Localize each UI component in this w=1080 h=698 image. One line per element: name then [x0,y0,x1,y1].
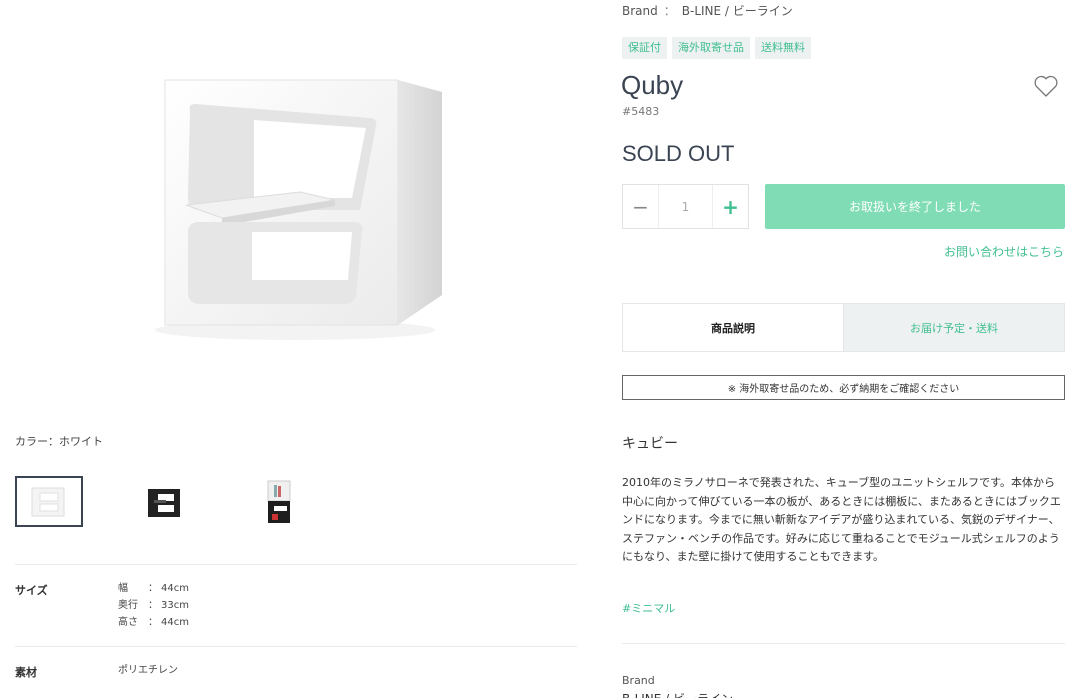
spec-row-colon: ： [148,600,158,611]
stacked-shelf-thumb-icon [267,480,291,523]
tab-delivery-shipping[interactable]: お届け予定・送料 [843,304,1064,351]
white-shelf-thumb-icon [31,487,65,516]
spec-row-key: 幅 [118,583,128,594]
thumbnail-stacked[interactable] [245,476,313,527]
spec-size-values: 幅： 44cm 奥行： 33cm 高さ： 44cm [118,580,189,631]
spec-row-colon: ： [148,617,158,628]
spec-row-key: 奥行 [118,600,138,611]
brand-line: Brand ： B-LINE / ビーライン [622,2,793,19]
spec-row-value: 44cm [161,617,189,628]
quby-shelf-image [155,79,442,340]
brand-link[interactable]: B-LINE / ビーライン [682,4,793,18]
quantity-input[interactable]: 1 [659,185,712,228]
inquiry-link[interactable]: お問い合わせはこちら [944,243,1064,260]
spec-size-row: 幅 ： 44cm [118,580,189,597]
import-notice: ※ 海外取寄せ品のため、必ず納期をご確認ください [622,375,1065,400]
divider [15,564,577,565]
tag-link[interactable]: #ミニマル [622,600,675,616]
product-title: Quby [621,70,684,100]
badge-list: 保証付 海外取寄せ品 送料無料 [622,37,811,59]
thumbnail-black[interactable] [130,476,198,527]
product-description: 2010年のミラノサローネで発表された、キューブ型のユニットシェルフです。本体か… [622,476,1061,563]
spec-row-value: 33cm [161,600,189,611]
spec-material-value: ポリエチレン [118,665,178,676]
quantity-minus-button[interactable]: − [623,185,659,228]
divider [622,643,1065,644]
spec-size-row: 高さ ： 44cm [118,614,189,631]
thumbnail-list [15,476,313,527]
price-status: SOLD OUT [622,141,735,166]
brand-label: Brand [622,4,658,18]
spec-row-key: 高さ [118,617,138,628]
color-label: カラー：ホワイト [15,435,103,448]
product-subtitle: キュビー [622,436,678,452]
badge-import: 海外取寄せ品 [672,37,750,59]
product-main-image [0,0,580,420]
brand-footer-value: B-LINE / ビーライン [622,690,733,698]
product-code: #5483 [622,105,660,118]
tab-description[interactable]: 商品説明 [623,304,843,351]
brand-separator: ： [663,4,676,18]
brand-footer-label: Brand [622,674,655,687]
spec-size-row: 奥行 ： 33cm [118,597,189,614]
info-tabs: 商品説明 お届け予定・送料 [622,303,1065,352]
badge-free-shipping: 送料無料 [755,37,811,59]
heart-icon[interactable] [1033,74,1059,98]
thumbnail-white[interactable] [15,476,83,527]
quantity-stepper: − 1 + [622,184,749,229]
badge-warranty: 保証付 [622,37,667,59]
spec-row-value: 44cm [161,583,189,594]
black-shelf-thumb-icon [148,488,180,517]
spec-material-key: 素材 [15,666,37,679]
divider [15,646,577,647]
add-to-cart-button[interactable]: お取扱いを終了しました [765,184,1065,229]
spec-size-key: サイズ [15,584,48,597]
quantity-plus-button[interactable]: + [712,185,748,228]
spec-row-colon: ： [148,583,158,594]
